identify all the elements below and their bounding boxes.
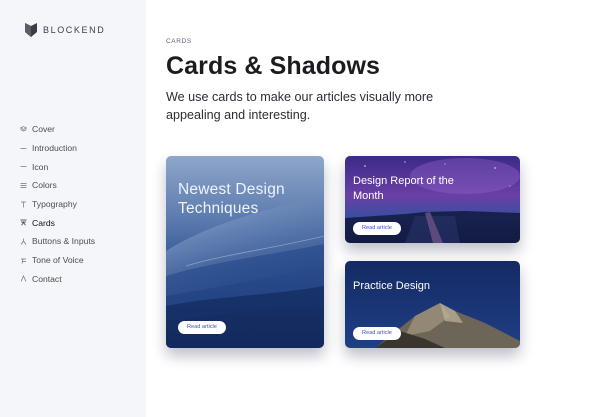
sidebar-item-cards[interactable]: Cards	[20, 213, 95, 232]
card-title: Design Report of the Month	[353, 175, 454, 202]
sidebar-item-tone-of-voice[interactable]: Tone of Voice	[20, 251, 95, 270]
dash-icon	[20, 145, 27, 152]
sidebar-item-typography[interactable]: Typography	[20, 195, 95, 214]
sidebar-item-introduction[interactable]: Introduction	[20, 139, 95, 158]
typography-icon	[20, 201, 27, 208]
cover-icon	[20, 126, 27, 133]
article-card-design-report[interactable]: Design Report of the Month Read article	[345, 156, 520, 243]
dash-icon	[20, 163, 27, 170]
sidebar: BLOCKEND Cover Introduction Icon Colors	[0, 0, 146, 417]
read-article-button[interactable]: Read article	[353, 222, 401, 235]
sidebar-item-label: Buttons & Inputs	[32, 236, 96, 247]
voice-icon	[20, 257, 27, 264]
card-title: Practice Design	[353, 280, 431, 292]
sidebar-item-label: Colors	[32, 180, 57, 191]
article-card-newest-design[interactable]: Newest Design Techniques Read article	[166, 156, 324, 348]
brand[interactable]: BLOCKEND	[24, 22, 105, 38]
sidebar-item-label: Cards	[32, 217, 55, 228]
sidebar-item-buttons-inputs[interactable]: Buttons & Inputs	[20, 232, 95, 251]
brand-name: BLOCKEND	[43, 25, 106, 35]
article-card-practice-design[interactable]: Practice Design Read article	[345, 261, 520, 348]
sidebar-item-colors[interactable]: Colors	[20, 176, 95, 195]
lines-icon	[20, 182, 27, 189]
page-lead: We use cards to make our articles visual…	[166, 90, 434, 122]
sidebar-item-cover[interactable]: Cover	[20, 120, 95, 139]
contact-icon	[20, 275, 27, 282]
sidebar-nav: Cover Introduction Icon Colors Typograph…	[20, 120, 95, 288]
sidebar-item-label: Contact	[32, 273, 62, 284]
read-article-button[interactable]: Read article	[353, 327, 401, 340]
read-article-button[interactable]: Read article	[178, 321, 226, 334]
sidebar-item-icon[interactable]: Icon	[20, 157, 95, 176]
sidebar-item-label: Cover	[32, 124, 55, 135]
sidebar-item-label: Tone of Voice	[32, 255, 84, 266]
sidebar-item-label: Icon	[32, 161, 49, 172]
page-title: Cards & Shadows	[166, 52, 381, 80]
cards-icon	[20, 219, 27, 226]
blockend-logo-icon	[25, 23, 37, 37]
section-eyebrow: CARDS	[166, 38, 192, 45]
sidebar-item-label: Introduction	[32, 143, 77, 154]
sidebar-item-contact[interactable]: Contact	[20, 270, 95, 289]
sidebar-item-label: Typography	[32, 199, 77, 210]
main-content: CARDS Cards & Shadows We use cards to ma…	[166, 0, 600, 417]
card-title: Newest Design Techniques	[178, 181, 285, 217]
buttons-icon	[20, 238, 27, 245]
